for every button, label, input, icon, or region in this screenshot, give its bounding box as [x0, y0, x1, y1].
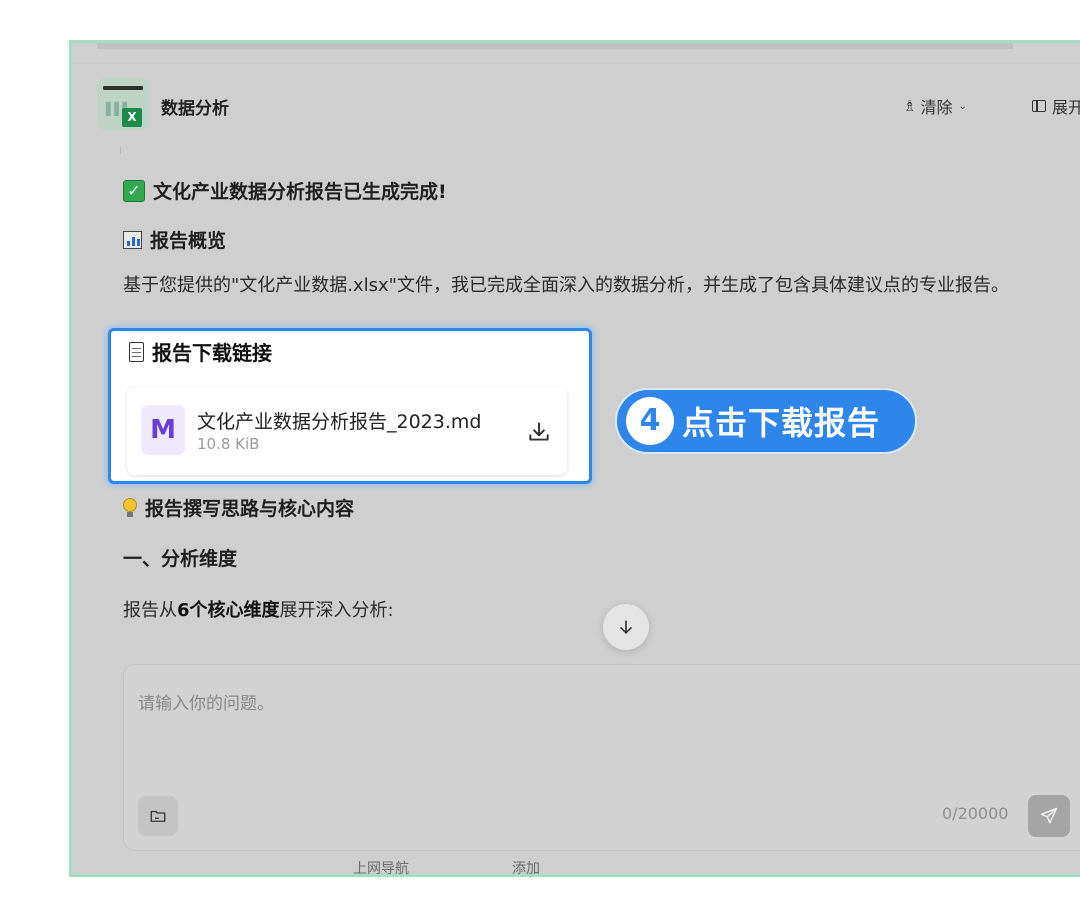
question-input-placeholder[interactable]: 请输入你的问题。: [138, 689, 274, 714]
question-input-box[interactable]: 请输入你的问题。 0/20000: [123, 664, 1080, 851]
expand-button[interactable]: 展开: [1032, 94, 1080, 118]
char-counter: 0/20000: [942, 804, 1009, 823]
add-link-cut[interactable]: 添加: [512, 858, 540, 874]
overview-heading-text: 报告概览: [150, 230, 227, 252]
report-done-heading: ✓ 文化产业数据分析报告已生成完成!: [123, 177, 447, 204]
nav-link-cut[interactable]: 上网导航: [353, 858, 409, 874]
attach-file-button[interactable]: [138, 796, 178, 836]
download-icon[interactable]: [526, 419, 552, 445]
report-done-text: 文化产业数据分析报告已生成完成!: [153, 181, 447, 203]
overview-paragraph: 基于您提供的"文化产业数据.xlsx"文件，我已完成全面深入的数据分析，并生成了…: [123, 275, 1009, 296]
scroll-marker: [120, 147, 121, 154]
document-icon: [129, 341, 144, 362]
ideas-heading: 报告撰写思路与核心内容: [123, 494, 354, 521]
send-icon: [1040, 807, 1058, 824]
download-section-highlight: 报告下载链接 M 文化产业数据分析报告_2023.md 10.8 KiB: [108, 328, 592, 484]
ideas-heading-text: 报告撰写思路与核心内容: [145, 498, 355, 520]
clear-label: 清除: [920, 98, 953, 117]
file-name[interactable]: 文化产业数据分析报告_2023.md: [197, 407, 481, 434]
arrow-down-icon: [620, 620, 632, 634]
top-divider: [72, 63, 1080, 64]
folder-icon: [150, 810, 166, 822]
dimension-heading: 一、分析维度: [123, 548, 238, 570]
step-text: 点击下载报告: [682, 404, 881, 442]
expand-label: 展开: [1052, 98, 1080, 117]
lightbulb-icon: [123, 497, 137, 518]
excel-icon: X: [122, 108, 142, 127]
check-mark-icon: ✓: [123, 179, 145, 202]
download-heading-text: 报告下载链接: [152, 341, 272, 365]
dimension-text-before: 报告从: [123, 600, 177, 621]
file-size: 10.8 KiB: [197, 435, 260, 453]
scroll-to-bottom-button[interactable]: [603, 604, 649, 650]
app-title: 数据分析: [161, 99, 229, 119]
dimension-text-after: 展开深入分析:: [279, 600, 394, 621]
dimension-paragraph: 报告从6个核心维度展开深入分析:: [123, 596, 394, 622]
dimension-text-bold: 6个核心维度: [177, 600, 280, 621]
clear-button[interactable]: ♗ 清除 ⌄: [903, 94, 967, 118]
step-number: 4: [626, 397, 674, 445]
markdown-file-icon: M: [141, 405, 185, 455]
chat-header: ▌▌▌ X 数据分析 ♗ 清除 ⌄ 展开: [72, 75, 1080, 135]
side-panel-icon: [1032, 100, 1046, 112]
top-strip: [97, 43, 1013, 49]
app-icon-bar: [103, 86, 143, 90]
data-analysis-app-icon: ▌▌▌ X: [97, 78, 149, 130]
file-card[interactable]: M 文化产业数据分析报告_2023.md 10.8 KiB: [127, 387, 567, 475]
chevron-down-icon: ⌄: [958, 100, 967, 112]
download-heading: 报告下载链接: [129, 337, 272, 366]
overview-heading: 报告概览: [123, 226, 226, 253]
broom-icon: ♗: [903, 97, 917, 115]
bar-chart-icon: [123, 230, 142, 249]
app-frame: ▌▌▌ X 数据分析 ♗ 清除 ⌄ 展开 ✓ 文化产业数据分析报告已生成完成! …: [69, 40, 1080, 877]
step-callout: 4 点击下载报告: [615, 388, 917, 454]
send-button[interactable]: [1028, 795, 1070, 837]
